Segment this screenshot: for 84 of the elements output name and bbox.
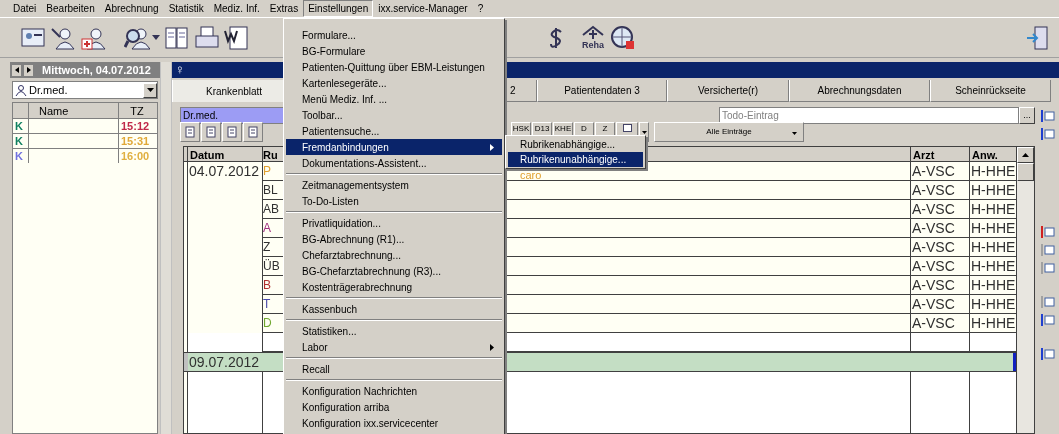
right-arrow-icon: [26, 67, 31, 73]
time-cell-text: 16:00: [120, 149, 151, 163]
menu-item[interactable]: Toolbar...: [286, 107, 502, 123]
date-cell: 04.07.2012: [188, 162, 263, 181]
menu-bar-item[interactable]: Statistik: [163, 0, 209, 17]
time-cell-text: 15:12: [120, 119, 151, 133]
todo-field[interactable]: Todo-Eintrag: [719, 106, 1019, 124]
exit-door-icon: [1025, 24, 1051, 51]
doctor-cell: A-VSC: [911, 257, 970, 276]
left-arrow-icon: [14, 67, 19, 73]
page-icon: [184, 126, 196, 138]
column-header[interactable]: Datum: [188, 147, 263, 161]
female-symbol: ♀: [175, 63, 185, 77]
menu-item[interactable]: Patientensuche...: [286, 123, 502, 139]
column-header[interactable]: TZ: [119, 103, 155, 118]
document-icon: [622, 124, 632, 132]
document-icon: [224, 24, 250, 51]
type-cell: K: [13, 149, 29, 163]
tab[interactable]: Abrechnungsdaten: [789, 80, 930, 102]
time-cell-text: 15:31: [120, 134, 151, 148]
menu-bar-item[interactable]: ixx.service-Manager: [373, 0, 473, 17]
tab[interactable]: Patientendaten 3: [537, 80, 667, 102]
house-icon: [581, 25, 605, 41]
column-header[interactable]: Arzt: [911, 147, 970, 161]
reha-button[interactable]: Reha: [578, 21, 608, 54]
tab[interactable]: Scheinrückseite: [930, 80, 1051, 102]
entries-filter-select[interactable]: Alle Einträge: [654, 122, 804, 142]
doctor-cell: A-VSC: [911, 219, 970, 238]
menu-bar-item[interactable]: Bearbeiten: [41, 0, 100, 17]
link-tool-button[interactable]: [243, 122, 263, 142]
book-icon: [164, 24, 190, 51]
up-arrow-icon: [1022, 153, 1029, 157]
browse-button[interactable]: ...: [1019, 106, 1035, 124]
doctor-cell: A-VSC: [911, 295, 970, 314]
printer-icon: [194, 24, 220, 51]
caret-icon: [146, 88, 154, 92]
menu-bar-item[interactable]: Mediz. Inf.: [208, 0, 265, 17]
card-icon: [1041, 110, 1055, 122]
globe-refresh-icon: [610, 24, 636, 51]
doctor-cell: A-VSC: [911, 238, 970, 257]
doctor-cell: A-VSC: [911, 162, 970, 181]
menu-item[interactable]: Fremdanbindungen: [286, 139, 502, 155]
doctor-select[interactable]: Dr.med.: [12, 81, 158, 99]
doctor-cell: A-VSC: [911, 181, 970, 200]
menu-item[interactable]: Patienten-Quittung über EBM-Leistungen: [286, 59, 502, 75]
submenu-arrow-icon: [490, 143, 494, 151]
doctor-field: Dr.med.: [180, 106, 284, 124]
menu-item[interactable]: BG-Formulare: [286, 43, 502, 59]
scroll-thumb[interactable]: [1017, 163, 1034, 181]
tab[interactable]: Versicherte(r): [667, 80, 789, 102]
doctor-cell: A-VSC: [911, 200, 970, 219]
menu-item[interactable]: Konfiguration Nachrichten: [286, 383, 502, 399]
menu-item[interactable]: Konfiguration ixx.servicecenter: [286, 415, 502, 431]
column-header[interactable]: Name: [29, 103, 119, 118]
document-icon: [205, 126, 217, 138]
date-label: Mittwoch, 04.07.2012: [42, 62, 151, 78]
scroll-up-button[interactable]: [1017, 147, 1034, 163]
user-icon: [15, 84, 27, 96]
doctor-cell: A-VSC: [911, 276, 970, 295]
chart-tool-button[interactable]: [222, 122, 242, 142]
caret-icon: [152, 35, 160, 40]
menu-bar-item[interactable]: Einstellungen: [303, 0, 374, 17]
submenu-arrow-icon: [490, 343, 494, 351]
scrollbar[interactable]: [1016, 147, 1034, 433]
chart-icon: [226, 126, 238, 138]
previous-day-button[interactable]: [12, 64, 21, 76]
document-tool-button[interactable]: [201, 122, 221, 142]
menu-item[interactable]: Labor: [286, 339, 502, 355]
column-header[interactable]: Anw.: [970, 147, 1016, 161]
menu-item[interactable]: Rubrikenunabhängige...: [508, 152, 643, 167]
letter-icon: [1041, 128, 1055, 140]
entry-text: caro: [520, 170, 542, 181]
type-cell: K: [13, 134, 29, 148]
menu-item[interactable]: Konfiguration arriba: [286, 399, 502, 415]
caret-icon: [792, 132, 797, 135]
menu-bar-item[interactable]: Extras: [264, 0, 304, 17]
menu-bar-item[interactable]: Abrechnung: [99, 0, 164, 17]
menu-item[interactable]: Formulare...: [286, 27, 502, 43]
next-day-button[interactable]: [24, 64, 33, 76]
page-tool-button[interactable]: [180, 122, 200, 142]
type-cell: K: [13, 119, 29, 133]
link-icon: [247, 126, 259, 138]
menu-bar-item[interactable]: ?: [472, 0, 489, 17]
menu-bar-item[interactable]: Datei: [8, 0, 42, 17]
